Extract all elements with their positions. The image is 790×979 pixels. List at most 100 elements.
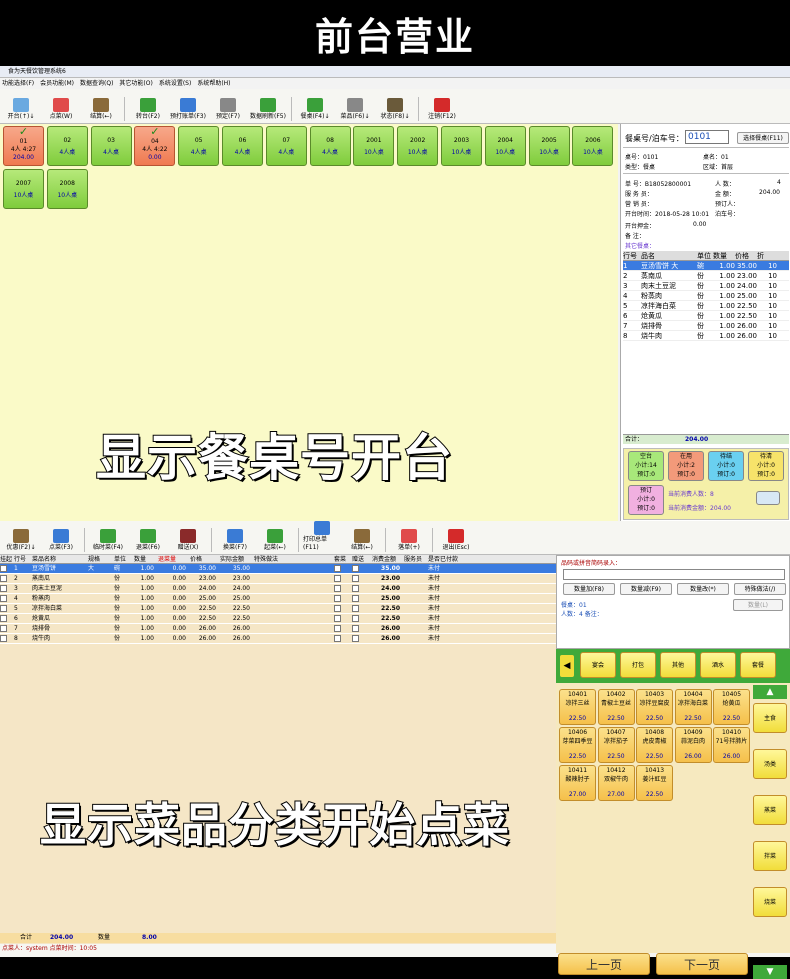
menu-item-4[interactable]: 系统设置(S) [159, 78, 192, 89]
side-scroll-up-icon[interactable]: ▲ [753, 685, 787, 699]
table-card-07[interactable]: 07 4人桌 [265, 126, 307, 166]
win2-button-5[interactable]: 换菜(F7) [216, 529, 254, 552]
win2-button-3[interactable]: 退菜(F6) [129, 529, 167, 552]
table-card-2001[interactable]: 2001 10人桌 [353, 126, 395, 166]
order-checkbox[interactable] [334, 614, 352, 623]
order-checkbox[interactable] [352, 564, 372, 573]
dish-code-input[interactable] [563, 569, 785, 580]
card-reader-icon[interactable] [756, 491, 780, 505]
hang-checkbox[interactable] [0, 634, 14, 643]
dish-card-10411[interactable]: 10411 酸辣肘子 27.00 [559, 765, 596, 801]
side-category-2[interactable]: 蒸菜 [753, 795, 787, 825]
order-checkbox[interactable] [352, 614, 372, 623]
table-card-2007[interactable]: 2007 10人桌 [3, 169, 44, 209]
order-row[interactable]: 6 炝黄瓜 份 1.00 0.00 22.50 22.50 22.50 未付 [0, 614, 556, 624]
prev-page-button[interactable]: 上一页 [558, 953, 650, 975]
qty-button-2[interactable]: 数量改(*) [677, 583, 729, 595]
table-card-03[interactable]: 03 4人桌 [90, 126, 132, 166]
hang-checkbox[interactable] [0, 624, 14, 633]
category-tab-2[interactable]: 其他 [660, 652, 696, 678]
hang-checkbox[interactable] [0, 604, 14, 613]
select-table-button[interactable]: 选择餐桌(F11) [737, 132, 789, 144]
dish-card-10413[interactable]: 10413 姜汁豇豆 22.50 [636, 765, 673, 801]
win2-button-6[interactable]: 起菜(←) [256, 529, 294, 552]
status-box-3[interactable]: 待清 小计:0 预订:0 [748, 451, 784, 481]
side-category-0[interactable]: 主食 [753, 703, 787, 733]
win1-button-1[interactable]: 点菜(W) [42, 98, 80, 121]
order-checkbox[interactable] [352, 634, 372, 643]
table-card-2006[interactable]: 2006 10人桌 [572, 126, 614, 166]
hang-checkbox[interactable] [0, 564, 14, 573]
order-checkbox[interactable] [334, 574, 352, 583]
status-box-1[interactable]: 在用 小计:2 预订:0 [668, 451, 704, 481]
order-checkbox[interactable] [334, 604, 352, 613]
order-checkbox[interactable] [352, 604, 372, 613]
next-page-button[interactable]: 下一页 [656, 953, 748, 975]
win1-button-6[interactable]: 数据刷新(F5) [249, 98, 287, 121]
win1-button-0[interactable]: 开台(↑)↓ [2, 98, 40, 121]
dish-card-10405[interactable]: 10405 炝黄瓜 22.50 [713, 689, 750, 725]
order-row[interactable]: 8 烧牛肉 份 1.00 0.00 26.00 26.00 26.00 未付 [0, 634, 556, 644]
win1-button-2[interactable]: 结算(←) [82, 98, 120, 121]
dish-card-10404[interactable]: 10404 凉拌海白菜 22.50 [674, 689, 712, 725]
detail-row[interactable]: 4 粉蒸肉 份 1.00 25.00 10 [623, 291, 789, 301]
table-search-input[interactable]: 0101 [685, 130, 729, 144]
side-scroll-down-icon[interactable]: ▼ [753, 965, 787, 979]
order-row[interactable]: 1 豆汤雪饼 大 碗 1.00 0.00 35.00 35.00 35.00 未付 [0, 564, 556, 574]
hang-checkbox[interactable] [0, 594, 14, 603]
side-category-4[interactable]: 烧菜 [753, 887, 787, 917]
table-card-01[interactable]: ✓ 01 4人 4:27 204.00 [3, 126, 44, 166]
win2-button-9[interactable]: 落单(+) [390, 529, 428, 552]
category-tab-1[interactable]: 打包 [620, 652, 656, 678]
dish-card-10409[interactable]: 10409 蒜泥白肉 26.00 [674, 727, 712, 763]
order-checkbox[interactable] [352, 594, 372, 603]
order-checkbox[interactable] [334, 594, 352, 603]
category-tab-4[interactable]: 套餐 [740, 652, 776, 678]
dish-card-10407[interactable]: 10407 凉拌茄子 22.50 [597, 727, 635, 763]
qty-button-0[interactable]: 数量加(F8) [563, 583, 615, 595]
table-card-06[interactable]: 06 4人桌 [222, 126, 263, 166]
table-card-2004[interactable]: 2004 10人桌 [484, 126, 526, 166]
detail-row[interactable]: 7 烧排骨 份 1.00 26.00 10 [623, 321, 789, 331]
win2-button-2[interactable]: 临时菜(F4) [89, 529, 127, 552]
win2-button-7[interactable]: 打印总单(F11) [303, 521, 341, 552]
table-card-2002[interactable]: 2002 10人桌 [397, 126, 439, 166]
category-prev-icon[interactable]: ◀ [560, 655, 574, 677]
qty-button-1[interactable]: 数量减(F9) [620, 583, 672, 595]
table-card-04[interactable]: ✓ 04 4人 4:22 0.00 [134, 126, 176, 166]
dish-card-10412[interactable]: 10412 双椒牛肉 27.00 [597, 765, 635, 801]
win1-button-4[interactable]: 预打账单(F3) [169, 98, 207, 121]
order-checkbox[interactable] [352, 584, 372, 593]
order-checkbox[interactable] [352, 624, 372, 633]
order-checkbox[interactable] [334, 624, 352, 633]
dish-card-10410[interactable]: 10410 71号拌肺片 26.00 [713, 727, 750, 763]
status-box-0[interactable]: 空台 小计:14 预订:0 [628, 451, 664, 481]
category-tab-3[interactable]: 酒水 [700, 652, 736, 678]
menu-item-0[interactable]: 功能选择(F) [2, 78, 34, 89]
win1-button-9[interactable]: 状态(F8)↓ [376, 98, 414, 121]
win1-button-3[interactable]: 转台(F2) [129, 98, 167, 121]
menu-item-5[interactable]: 系统帮助(H) [197, 78, 230, 89]
dish-card-10408[interactable]: 10408 虎皮青椒 22.50 [636, 727, 673, 763]
order-row[interactable]: 3 肉末土豆泥 份 1.00 0.00 24.00 24.00 24.00 未付 [0, 584, 556, 594]
hang-checkbox[interactable] [0, 584, 14, 593]
table-card-2003[interactable]: 2003 10人桌 [441, 126, 482, 166]
order-row[interactable]: 2 蒸南瓜 份 1.00 0.00 23.00 23.00 23.00 未付 [0, 574, 556, 584]
menu-item-1[interactable]: 会员功能(M) [40, 78, 74, 89]
table-card-05[interactable]: 05 4人桌 [178, 126, 220, 166]
side-category-3[interactable]: 拌菜 [753, 841, 787, 871]
detail-row[interactable]: 6 炝黄瓜 份 1.00 22.50 10 [623, 311, 789, 321]
order-row[interactable]: 5 凉拌海白菜 份 1.00 0.00 22.50 22.50 22.50 未付 [0, 604, 556, 614]
table-card-08[interactable]: 08 4人桌 [309, 126, 351, 166]
detail-row[interactable]: 3 肉末土豆泥 份 1.00 24.00 10 [623, 281, 789, 291]
dish-card-10401[interactable]: 10401 凉拌三丝 22.50 [559, 689, 596, 725]
order-row[interactable]: 7 烧排骨 份 1.00 0.00 26.00 26.00 26.00 未付 [0, 624, 556, 634]
win1-button-10[interactable]: 注销(F12) [423, 98, 461, 121]
dish-card-10406[interactable]: 10406 芽菜四季豆 22.50 [559, 727, 596, 763]
win2-button-8[interactable]: 结算(←) [343, 529, 381, 552]
win2-button-10[interactable]: 退出(Esc) [437, 529, 475, 552]
status-box-2[interactable]: 待结 小计:0 预订:0 [708, 451, 744, 481]
side-category-1[interactable]: 汤类 [753, 749, 787, 779]
dish-card-10402[interactable]: 10402 青椒土豆丝 22.50 [597, 689, 635, 725]
detail-row[interactable]: 1 豆汤雪饼 大 碗 1.00 35.00 10 [623, 261, 789, 271]
